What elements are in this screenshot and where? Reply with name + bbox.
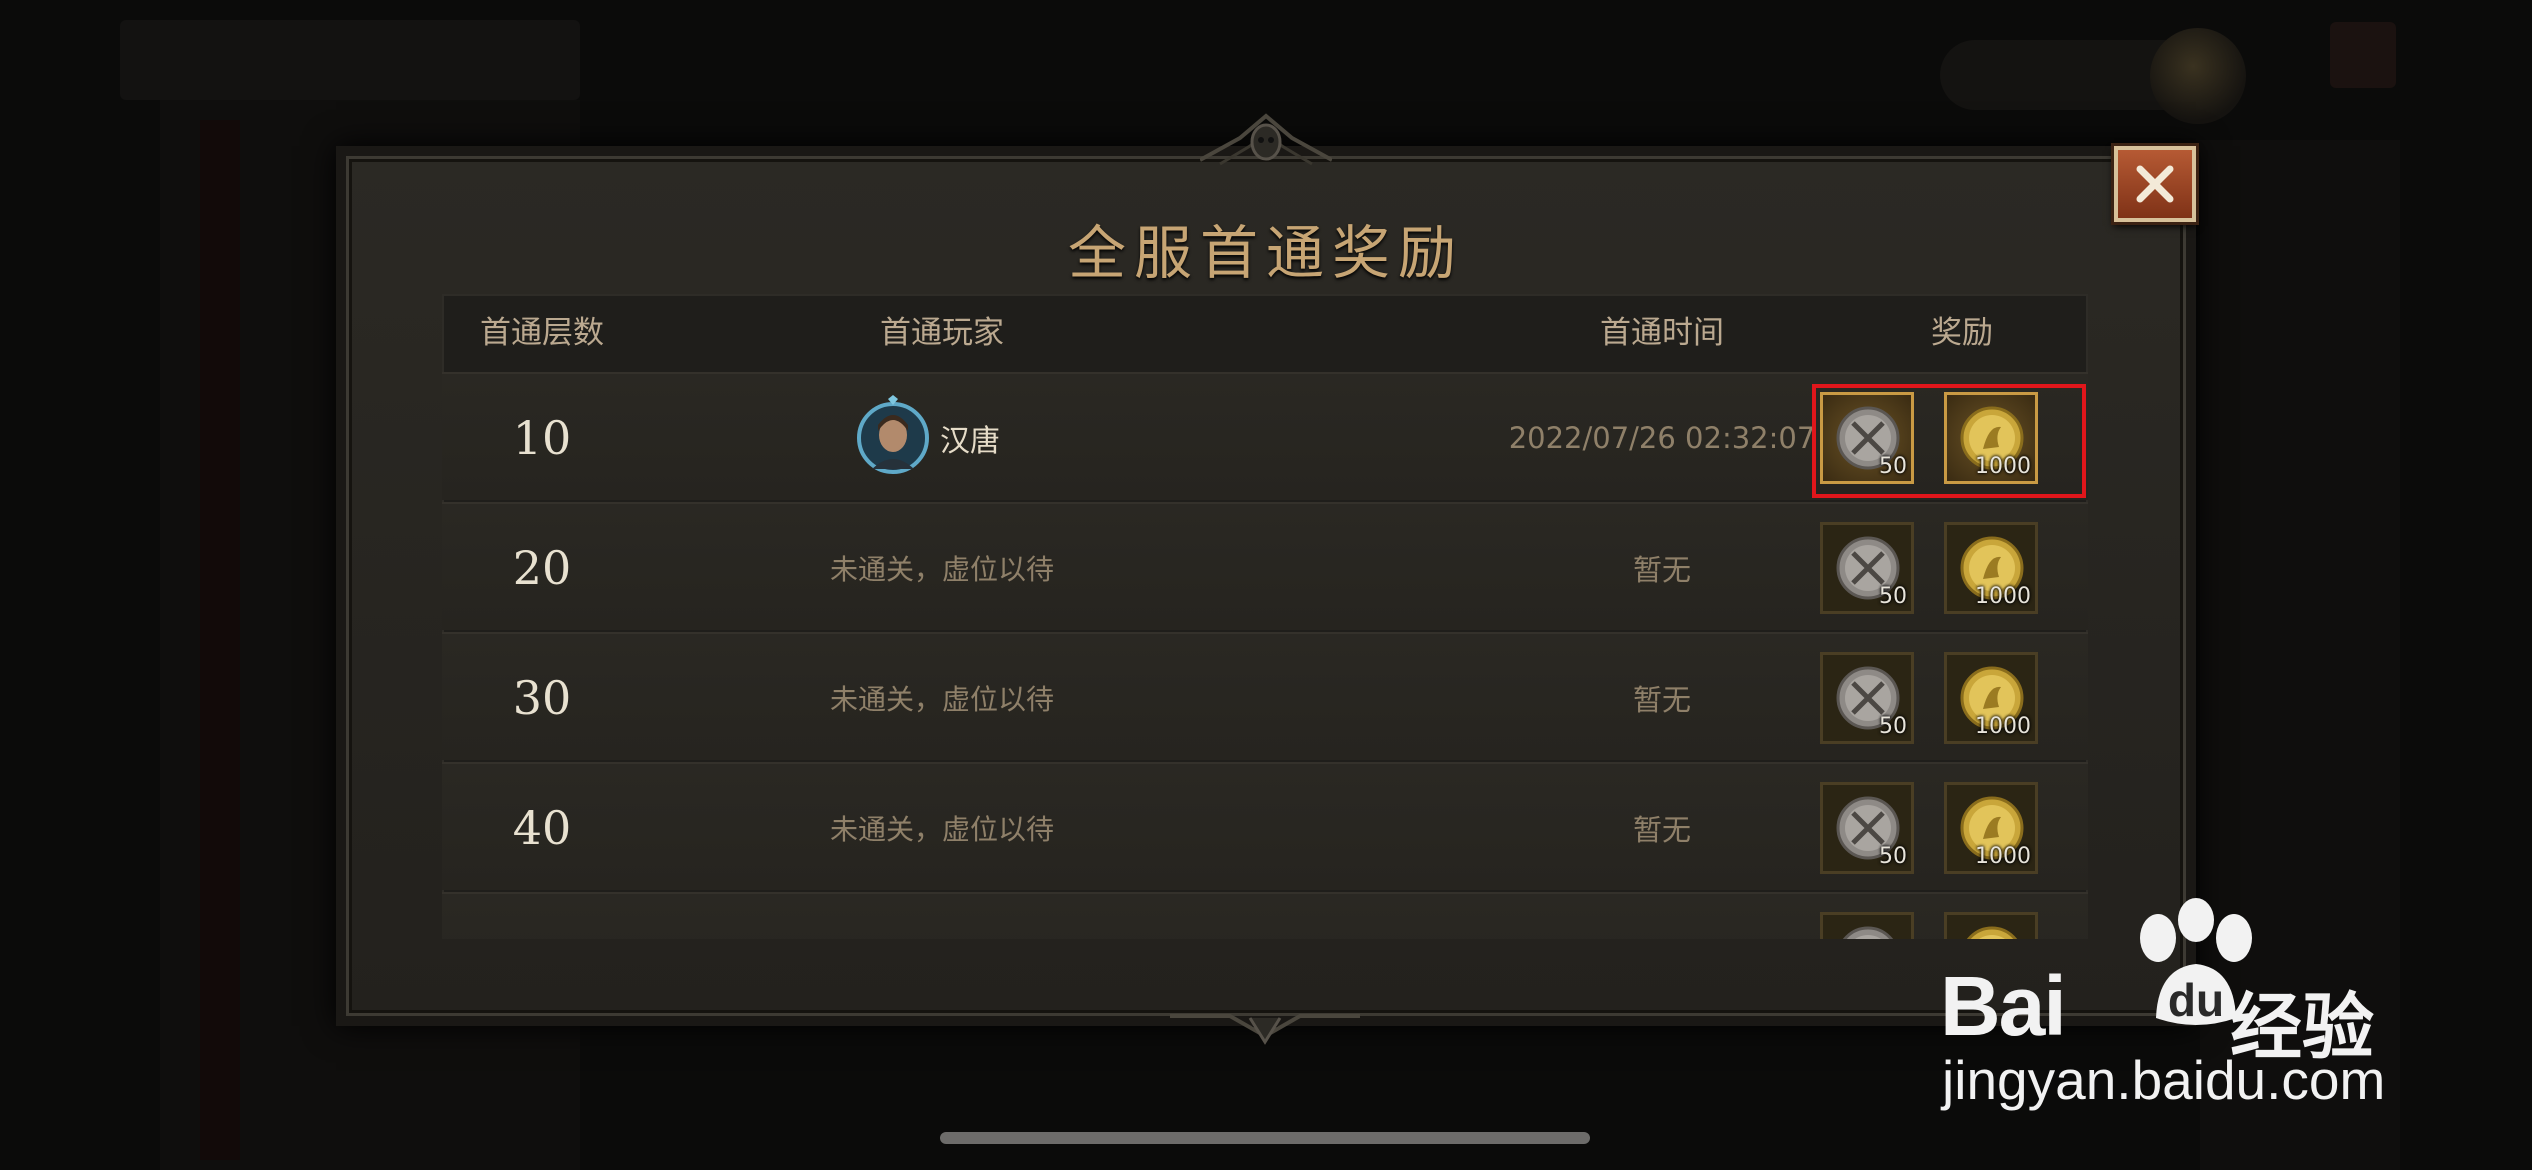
reward-item-gold[interactable]: 1000 [1944, 652, 2038, 744]
row-time: 暂无 [1632, 813, 1691, 847]
header-floor: 首通层数 [480, 315, 604, 351]
table-row-partial [442, 892, 2088, 939]
row-player: 未通关，虚位以待 [829, 553, 1054, 586]
row-floor: 10 [512, 411, 572, 465]
table-header: 首通层数 首通玩家 首通时间 奖励 [442, 294, 2088, 372]
row-time: 暂无 [1632, 553, 1691, 587]
reward-item-silver[interactable]: 50 [1820, 392, 1914, 484]
watermark-brand: Bai [1940, 959, 2067, 1053]
first-clear-table: 首通层数 首通玩家 首通时间 奖励 10 汉唐 2022/07/26 02:32… [442, 294, 2088, 939]
dialog-title: 全服首通奖励 [1067, 219, 1464, 287]
skull-ornament-icon [1200, 113, 1332, 166]
header-time: 首通时间 [1600, 315, 1724, 351]
reward-qty: 1000 [1975, 584, 2031, 609]
close-button[interactable] [2114, 146, 2196, 222]
home-indicator[interactable] [940, 1132, 1590, 1144]
row-time: 暂无 [1632, 683, 1691, 717]
reward-qty: 50 [1879, 584, 1907, 609]
table-row: 10 汉唐 2022/07/26 02:32:07 50 1000 [442, 372, 2088, 500]
header-player: 首通玩家 [880, 315, 1004, 351]
reward-qty: 1000 [1975, 844, 2031, 869]
reward-item-gold[interactable]: 1000 [1944, 392, 2038, 484]
reward-qty: 1000 [1975, 714, 2031, 739]
reward-qty: 50 [1879, 454, 1907, 479]
header-reward: 奖励 [1931, 315, 1993, 351]
svg-text:du: du [2168, 974, 2224, 1026]
reward-item-silver[interactable] [1820, 912, 1914, 939]
row-rewards: 50 1000 [1820, 634, 2070, 762]
reward-qty: 50 [1879, 844, 1907, 869]
row-rewards: 50 1000 [1820, 504, 2070, 632]
table-row: 20 未通关，虚位以待 暂无 50 1000 [442, 502, 2088, 630]
reward-item-silver[interactable]: 50 [1820, 782, 1914, 874]
row-player: 未通关，虚位以待 [829, 813, 1054, 846]
reward-item-gold[interactable]: 1000 [1944, 522, 2038, 614]
background-left-strip [200, 120, 240, 1160]
reward-qty: 50 [1879, 714, 1907, 739]
background-top-bar [120, 20, 580, 100]
player-avatar[interactable] [854, 395, 932, 481]
silver-crossed-swords-coin-icon [1842, 926, 1894, 939]
player-name: 汉唐 [940, 424, 1000, 459]
background-orb-icon [2150, 28, 2246, 124]
reward-qty: 1000 [1975, 454, 2031, 479]
row-player: 汉唐 [692, 374, 1192, 502]
row-rewards: 50 1000 [1820, 374, 2070, 502]
row-floor: 30 [512, 671, 572, 725]
baidu-jingyan-watermark: du Bai 经验 jingyan.baidu.com [1940, 898, 2410, 1128]
reward-item-gold[interactable]: 1000 [1944, 782, 2038, 874]
background-square-button [2330, 22, 2396, 88]
player-entry[interactable]: 汉唐 [854, 395, 1000, 481]
row-rewards: 50 1000 [1820, 764, 2070, 892]
reward-item-silver[interactable]: 50 [1820, 522, 1914, 614]
bottom-ornament-icon [1170, 1014, 1360, 1045]
table-row: 40 未通关，虚位以待 暂无 50 1000 [442, 762, 2088, 890]
watermark-url: jingyan.baidu.com [1942, 1049, 2386, 1111]
row-player: 未通关，虚位以待 [829, 683, 1054, 716]
row-time: 2022/07/26 02:32:07 [1508, 421, 1816, 455]
table-row: 30 未通关，虚位以待 暂无 50 1000 [442, 632, 2088, 760]
close-icon [2136, 165, 2174, 203]
row-floor: 20 [512, 541, 572, 595]
row-floor: 40 [512, 801, 572, 855]
reward-item-silver[interactable]: 50 [1820, 652, 1914, 744]
